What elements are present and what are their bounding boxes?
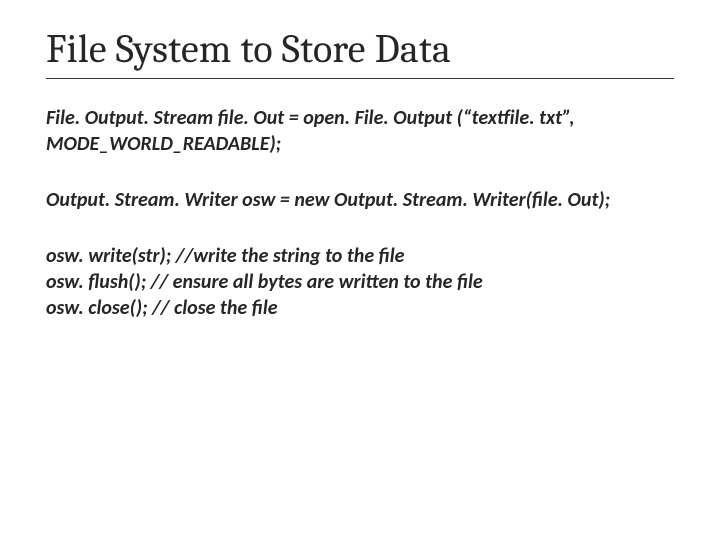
slide-body: File. Output. Stream file. Out = open. F… [46, 105, 674, 321]
title-underline [46, 78, 674, 79]
code-line-3: osw. write(str); //write the string to t… [46, 243, 674, 321]
code-line-2: Output. Stream. Writer osw = new Output.… [46, 187, 674, 213]
slide-title: File System to Store Data [46, 26, 674, 72]
slide: File System to Store Data File. Output. … [0, 0, 720, 540]
code-line-1: File. Output. Stream file. Out = open. F… [46, 105, 674, 157]
